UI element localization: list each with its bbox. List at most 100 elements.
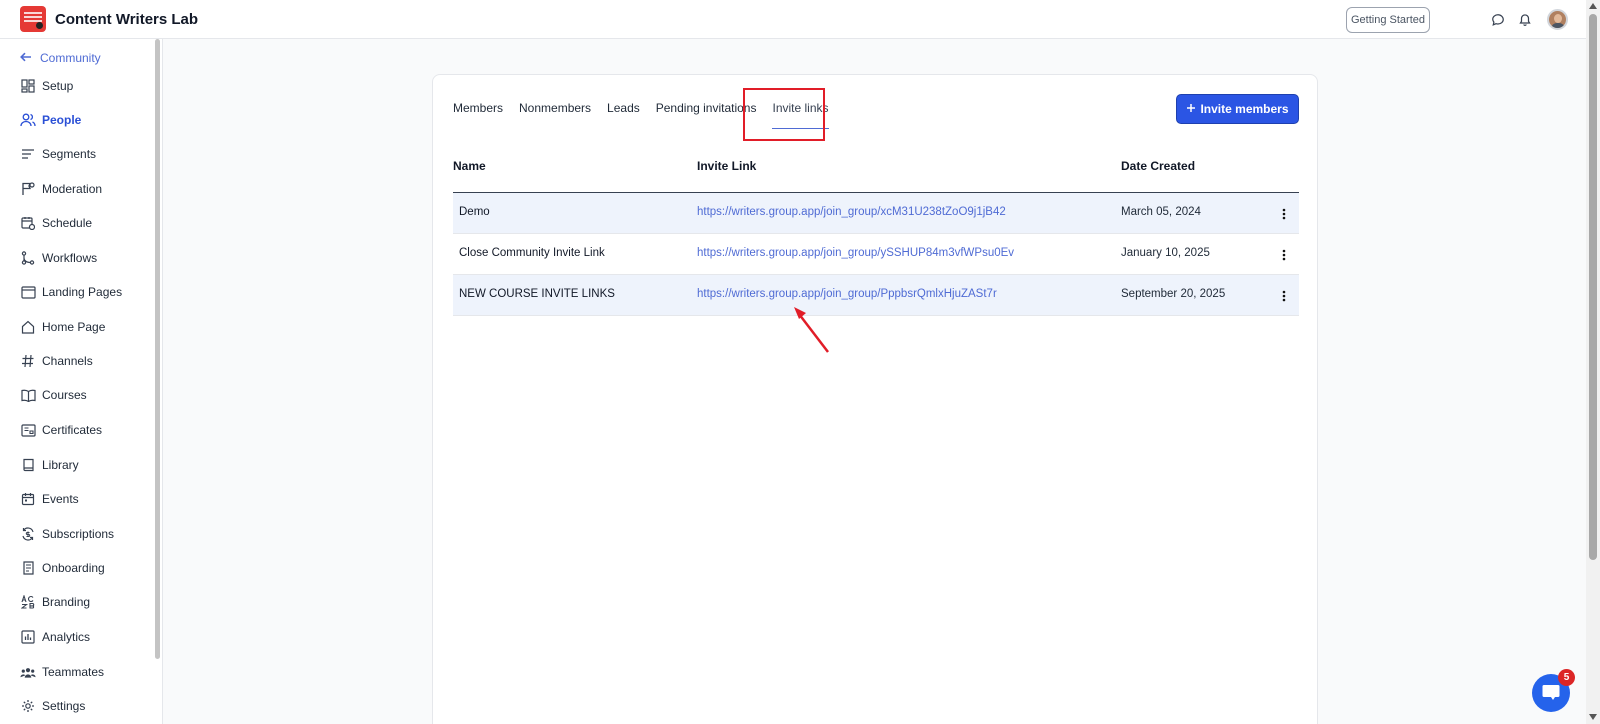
people-panel: Members Nonmembers Leads Pending invitat…: [432, 74, 1318, 724]
sidebar-item-setup[interactable]: Setup: [20, 76, 73, 96]
scrollbar-thumb[interactable]: [1589, 14, 1597, 560]
notification-count-badge: 5: [1558, 669, 1575, 686]
more-options-icon[interactable]: [1279, 289, 1289, 303]
invite-members-label: Invite members: [1200, 102, 1289, 116]
home-icon: [20, 319, 36, 335]
grid-icon: [20, 78, 36, 94]
teammates-icon: [20, 664, 36, 680]
back-label: Community: [40, 51, 101, 65]
sidebar-scrollbar[interactable]: [155, 39, 160, 659]
scroll-down-arrow-icon[interactable]: [1589, 714, 1597, 720]
row-invite-link[interactable]: https://writers.group.app/join_group/ySS…: [697, 247, 1014, 259]
flag-icon: [20, 181, 36, 197]
certificate-icon: [20, 422, 36, 438]
sidebar-item-label: Branding: [42, 595, 91, 609]
sidebar-item-settings[interactable]: Settings: [20, 696, 85, 716]
sidebar-item-home-page[interactable]: Home Page: [20, 317, 105, 337]
sidebar-item-moderation[interactable]: Moderation: [20, 179, 102, 199]
calendar-clock-icon: [20, 215, 36, 231]
hash-icon: [20, 353, 36, 369]
sidebar-item-teammates[interactable]: Teammates: [20, 662, 104, 682]
plus-icon: [1186, 102, 1196, 116]
row-name: Close Community Invite Link: [459, 247, 605, 259]
browser-icon: [20, 284, 36, 300]
sidebar-item-analytics[interactable]: Analytics: [20, 627, 90, 647]
row-name: Demo: [459, 206, 490, 218]
back-to-community-link[interactable]: Community: [20, 51, 101, 65]
column-header-invite-link[interactable]: Invite Link: [697, 159, 756, 173]
sidebar-item-label: Subscriptions: [42, 527, 115, 541]
sidebar-item-label: Schedule: [42, 216, 93, 230]
invite-members-button[interactable]: Invite members: [1176, 94, 1299, 124]
sidebar-item-label: Library: [42, 458, 79, 472]
segments-icon: [20, 146, 36, 162]
bell-icon[interactable]: [1515, 10, 1535, 30]
sidebar-item-landing-pages[interactable]: Landing Pages: [20, 282, 122, 302]
tab-highlight-annotation: [743, 88, 825, 141]
sidebar-item-label: Home Page: [42, 320, 106, 334]
tab-leads[interactable]: Leads: [607, 101, 640, 123]
gear-icon: [20, 698, 36, 714]
sidebar-item-label: People: [42, 113, 82, 127]
sidebar-item-onboarding[interactable]: Onboarding: [20, 558, 105, 578]
app-logo[interactable]: [20, 6, 46, 32]
table-row[interactable]: NEW COURSE INVITE LINKS https://writers.…: [453, 275, 1299, 316]
row-date-created: March 05, 2024: [1121, 206, 1201, 218]
sidebar-item-branding[interactable]: Branding: [20, 592, 90, 612]
row-invite-link[interactable]: https://writers.group.app/join_group/Ppp…: [697, 288, 997, 300]
sidebar-item-label: Channels: [42, 354, 93, 368]
chat-icon: [1541, 683, 1561, 704]
getting-started-button[interactable]: Getting Started: [1346, 7, 1430, 33]
annotation-arrow: [790, 304, 830, 357]
user-avatar[interactable]: [1547, 9, 1568, 30]
sidebar-item-label: Courses: [42, 388, 87, 402]
table-row[interactable]: Demo https://writers.group.app/join_grou…: [453, 193, 1299, 234]
sidebar-item-courses[interactable]: Courses: [20, 385, 87, 405]
more-options-icon[interactable]: [1279, 248, 1289, 262]
people-icon: [20, 112, 36, 128]
more-options-icon[interactable]: [1279, 207, 1289, 221]
scroll-up-arrow-icon[interactable]: [1589, 3, 1597, 9]
sidebar-item-label: Settings: [42, 699, 86, 713]
table-header: Name Invite Link Date Created: [453, 159, 1299, 193]
sidebar-item-label: Onboarding: [42, 561, 105, 575]
sidebar-item-label: Workflows: [42, 251, 98, 265]
sidebar-item-certificates[interactable]: Certificates: [20, 420, 102, 440]
column-header-name[interactable]: Name: [453, 159, 486, 173]
arrow-left-icon: [20, 51, 32, 65]
sidebar-item-segments[interactable]: Segments: [20, 144, 96, 164]
sidebar-item-library[interactable]: Library: [20, 455, 79, 475]
chat-bubble-icon[interactable]: [1488, 10, 1508, 30]
sidebar-item-label: Landing Pages: [42, 285, 123, 299]
onboarding-icon: [20, 560, 36, 576]
page-scrollbar[interactable]: [1586, 0, 1600, 724]
sidebar-item-people[interactable]: People: [20, 110, 81, 130]
tab-nonmembers[interactable]: Nonmembers: [519, 101, 591, 123]
branding-icon: [20, 594, 36, 610]
sidebar-item-label: Certificates: [42, 423, 103, 437]
sidebar-item-label: Segments: [42, 147, 97, 161]
subscription-icon: [20, 526, 36, 542]
analytics-icon: [20, 629, 36, 645]
row-date-created: January 10, 2025: [1121, 247, 1210, 259]
sidebar-item-label: Setup: [42, 79, 74, 93]
tab-pending-invitations[interactable]: Pending invitations: [656, 101, 757, 123]
tab-members[interactable]: Members: [453, 101, 503, 123]
sidebar-item-workflows[interactable]: Workflows: [20, 248, 97, 268]
row-invite-link[interactable]: https://writers.group.app/join_group/xcM…: [697, 206, 1006, 218]
sidebar-item-channels[interactable]: Channels: [20, 351, 93, 371]
table-row[interactable]: Close Community Invite Link https://writ…: [453, 234, 1299, 275]
sidebar-item-subscriptions[interactable]: Subscriptions: [20, 524, 114, 544]
sidebar: Community Setup People Segments Moderati…: [0, 39, 163, 724]
sidebar-item-label: Analytics: [42, 630, 91, 644]
app-title[interactable]: Content Writers Lab: [55, 11, 198, 28]
sidebar-item-schedule[interactable]: Schedule: [20, 213, 92, 233]
sidebar-item-label: Moderation: [42, 182, 103, 196]
workflow-icon: [20, 250, 36, 266]
row-date-created: September 20, 2025: [1121, 288, 1226, 300]
book-open-icon: [20, 387, 36, 403]
column-header-date-created[interactable]: Date Created: [1121, 159, 1195, 173]
sidebar-item-events[interactable]: Events: [20, 489, 79, 509]
library-icon: [20, 457, 36, 473]
row-name: NEW COURSE INVITE LINKS: [459, 288, 615, 300]
